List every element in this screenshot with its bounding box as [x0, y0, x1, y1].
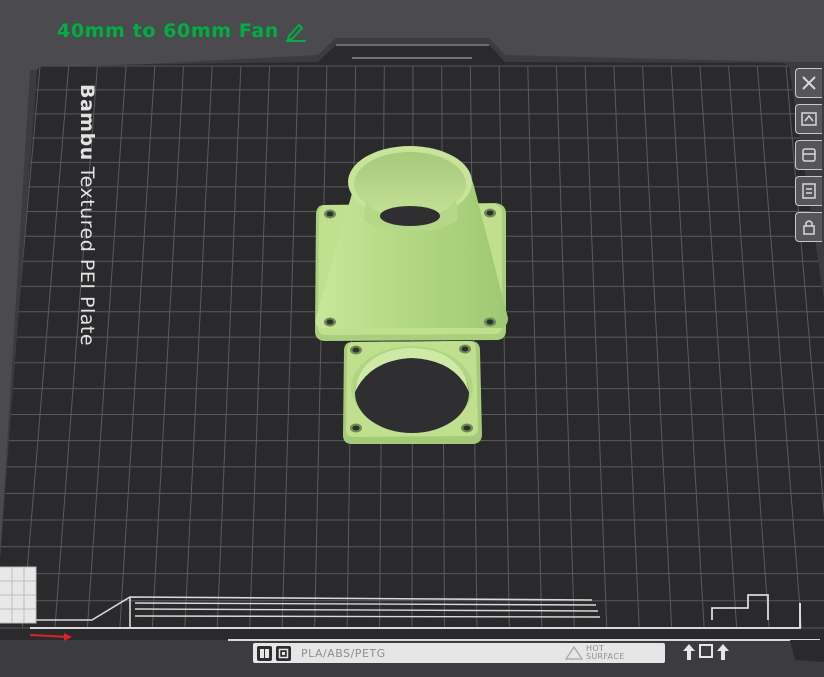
- bambu-logo-icon: [257, 645, 272, 661]
- lock-plate-button[interactable]: [795, 212, 822, 242]
- close-plate-button[interactable]: [795, 68, 822, 98]
- plate-type: Textured PEI Plate: [76, 166, 98, 347]
- auto-orient-icon: [801, 112, 817, 126]
- project-title: 40mm to 60mm Fan: [57, 20, 307, 42]
- bed-orientation-marks: [682, 643, 730, 661]
- auto-orient-button[interactable]: [795, 104, 822, 134]
- arrow-up-icon: [717, 644, 729, 660]
- square-icon: [699, 644, 713, 658]
- plate-toolbar: [795, 68, 824, 248]
- plate-brand: Bambu: [76, 84, 98, 161]
- hot-surface-text: HOT SURFACE: [586, 644, 625, 661]
- arrange-icon: [802, 148, 816, 162]
- close-plate-icon: [802, 76, 816, 90]
- hot-surface-warning: HOT SURFACE: [565, 643, 624, 663]
- project-title-text: 40mm to 60mm Fan: [57, 20, 279, 42]
- plate-settings-icon: [802, 183, 816, 199]
- arrow-up-icon: [683, 644, 695, 660]
- bed-info-strip: PLA/ABS/PETG HOT SURFACE: [253, 643, 665, 663]
- filament-compatibility: PLA/ABS/PETG: [301, 646, 386, 660]
- warning-icon: [565, 646, 583, 660]
- plate-name: Bambu Textured PEI Plate: [76, 84, 98, 346]
- plate-type-icon: [276, 645, 291, 661]
- model-fan-adapter[interactable]: [343, 341, 482, 444]
- 3d-viewport[interactable]: [0, 0, 824, 677]
- plate-settings-button[interactable]: [795, 176, 822, 206]
- pencil-icon[interactable]: [285, 20, 307, 42]
- arrange-button[interactable]: [795, 140, 822, 170]
- lock-icon: [803, 220, 815, 235]
